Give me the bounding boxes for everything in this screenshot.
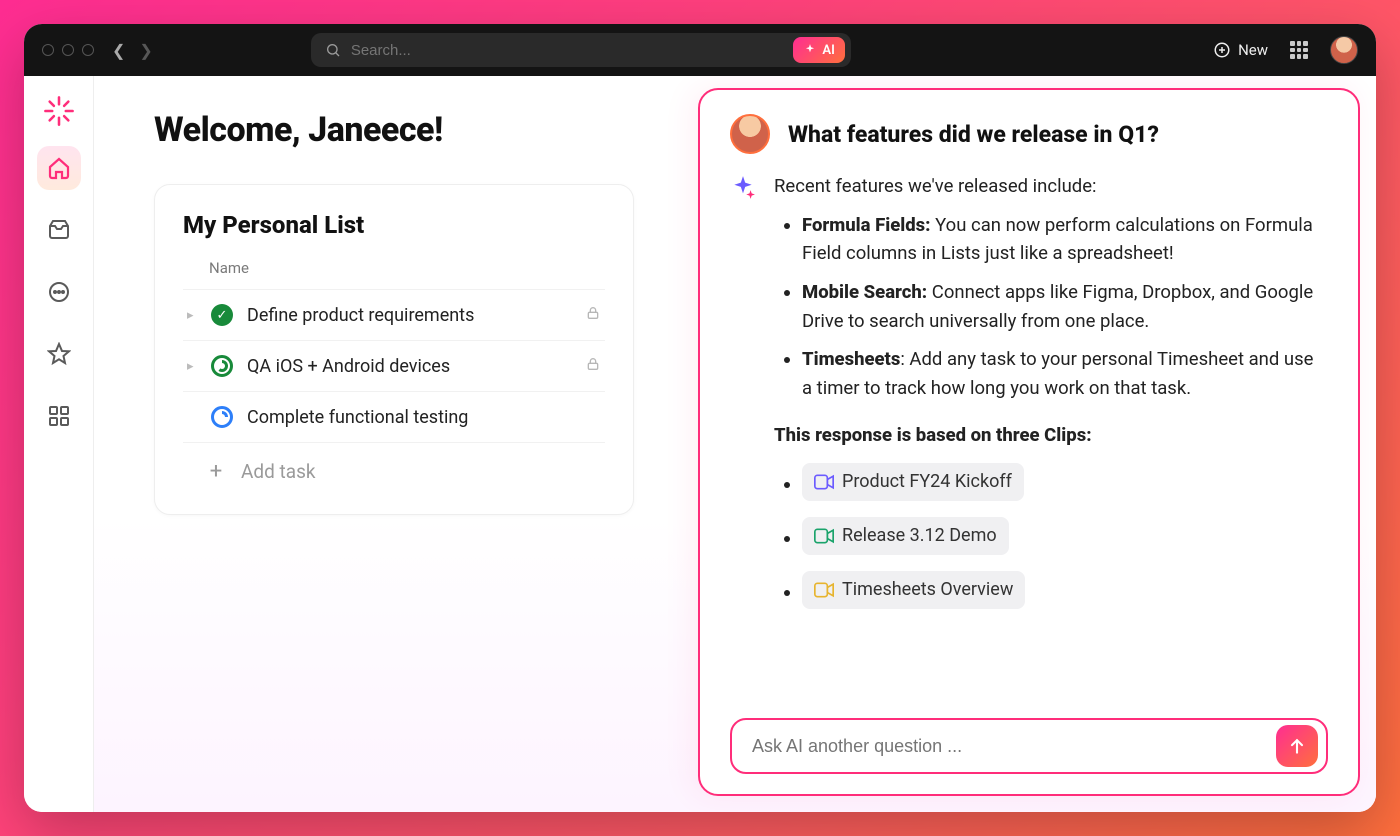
task-row[interactable]: ▸ Complete functional testing bbox=[183, 391, 605, 442]
sparkle-icon bbox=[803, 43, 817, 57]
titlebar: ❮ ❯ AI New bbox=[24, 24, 1376, 76]
star-icon bbox=[47, 342, 71, 366]
ai-feature-item: Timesheets: Add any task to your persona… bbox=[802, 345, 1328, 402]
plus-icon: + bbox=[205, 459, 227, 484]
ai-send-button[interactable] bbox=[1276, 725, 1318, 767]
ai-clip-item: Product FY24 Kickoff bbox=[802, 463, 1328, 501]
arrow-up-icon bbox=[1287, 736, 1307, 756]
nav-back-icon[interactable]: ❮ bbox=[112, 41, 125, 60]
clip-chip[interactable]: Timesheets Overview bbox=[802, 571, 1025, 609]
lock-icon bbox=[585, 305, 601, 325]
sidebar-item-apps[interactable] bbox=[37, 394, 81, 438]
ai-answer-body: Recent features we've released include: … bbox=[774, 172, 1328, 627]
ai-clip-item: Timesheets Overview bbox=[802, 571, 1328, 609]
column-header-name: Name bbox=[183, 259, 605, 289]
ai-feature-list: Formula Fields: You can now perform calc… bbox=[774, 211, 1328, 403]
new-button-label: New bbox=[1238, 41, 1268, 59]
traffic-close[interactable] bbox=[42, 44, 54, 56]
plus-circle-icon bbox=[1213, 41, 1231, 59]
user-avatar[interactable] bbox=[1330, 36, 1358, 64]
sidebar-item-inbox[interactable] bbox=[37, 208, 81, 252]
task-row[interactable]: ▸ QA iOS + Android devices bbox=[183, 340, 605, 391]
status-progress-icon[interactable] bbox=[211, 355, 233, 377]
ai-clip-item: Release 3.12 Demo bbox=[802, 517, 1328, 555]
app-logo[interactable] bbox=[42, 94, 76, 128]
personal-list-card: My Personal List Name ▸ ✓ Define product… bbox=[154, 184, 634, 515]
ai-panel: What features did we release in Q1? Rece… bbox=[698, 88, 1360, 796]
inbox-icon bbox=[47, 218, 71, 242]
chevron-right-icon[interactable]: ▸ bbox=[187, 308, 197, 323]
grid-icon bbox=[47, 404, 71, 428]
task-row[interactable]: ▸ ✓ Define product requirements bbox=[183, 289, 605, 340]
ai-badge[interactable]: AI bbox=[793, 37, 844, 63]
user-avatar bbox=[730, 114, 770, 154]
ai-sparkle-icon bbox=[730, 172, 756, 627]
video-icon bbox=[814, 528, 834, 544]
ai-question-text: What features did we release in Q1? bbox=[788, 121, 1159, 148]
window-controls bbox=[42, 44, 94, 56]
clip-chip[interactable]: Product FY24 Kickoff bbox=[802, 463, 1024, 501]
status-done-icon[interactable]: ✓ bbox=[211, 304, 233, 326]
task-title: QA iOS + Android devices bbox=[247, 356, 450, 377]
task-title: Complete functional testing bbox=[247, 407, 468, 428]
ai-question-row: What features did we release in Q1? bbox=[730, 114, 1328, 154]
ai-badge-label: AI bbox=[822, 43, 834, 58]
traffic-zoom[interactable] bbox=[82, 44, 94, 56]
status-open-icon[interactable] bbox=[211, 406, 233, 428]
task-title: Define product requirements bbox=[247, 305, 474, 326]
sidebar bbox=[24, 76, 94, 812]
add-task-button[interactable]: + Add task bbox=[183, 442, 605, 504]
new-button[interactable]: New bbox=[1213, 41, 1268, 59]
chevron-right-icon[interactable]: ▸ bbox=[187, 359, 197, 374]
sidebar-item-home[interactable] bbox=[37, 146, 81, 190]
traffic-minimize[interactable] bbox=[62, 44, 74, 56]
app-window: ❮ ❯ AI New bbox=[24, 24, 1376, 812]
ai-answer-row: Recent features we've released include: … bbox=[730, 172, 1328, 627]
ai-input[interactable] bbox=[730, 718, 1328, 774]
nav-forward-icon[interactable]: ❯ bbox=[139, 41, 152, 60]
sidebar-item-favorites[interactable] bbox=[37, 332, 81, 376]
ai-feature-item: Mobile Search: Connect apps like Figma, … bbox=[802, 278, 1328, 335]
home-icon bbox=[47, 156, 71, 180]
add-task-label: Add task bbox=[241, 460, 316, 483]
ai-clip-list: Product FY24 Kickoff Release 3.12 Demo bbox=[774, 463, 1328, 609]
ai-feature-item: Formula Fields: You can now perform calc… bbox=[802, 211, 1328, 268]
video-icon bbox=[814, 582, 834, 598]
lock-icon bbox=[585, 356, 601, 376]
more-icon bbox=[47, 280, 71, 304]
nav-arrows: ❮ ❯ bbox=[112, 41, 153, 60]
ai-input-field[interactable] bbox=[752, 736, 1276, 757]
ai-answer-intro: Recent features we've released include: bbox=[774, 172, 1328, 201]
global-search[interactable]: AI bbox=[311, 33, 851, 67]
apps-grid-icon[interactable] bbox=[1290, 41, 1308, 59]
video-icon bbox=[814, 474, 834, 490]
search-icon bbox=[325, 42, 341, 58]
ai-clips-heading: This response is based on three Clips: bbox=[774, 421, 1328, 450]
search-input[interactable] bbox=[351, 42, 837, 59]
list-title: My Personal List bbox=[183, 211, 605, 239]
sidebar-item-more[interactable] bbox=[37, 270, 81, 314]
clip-chip[interactable]: Release 3.12 Demo bbox=[802, 517, 1009, 555]
